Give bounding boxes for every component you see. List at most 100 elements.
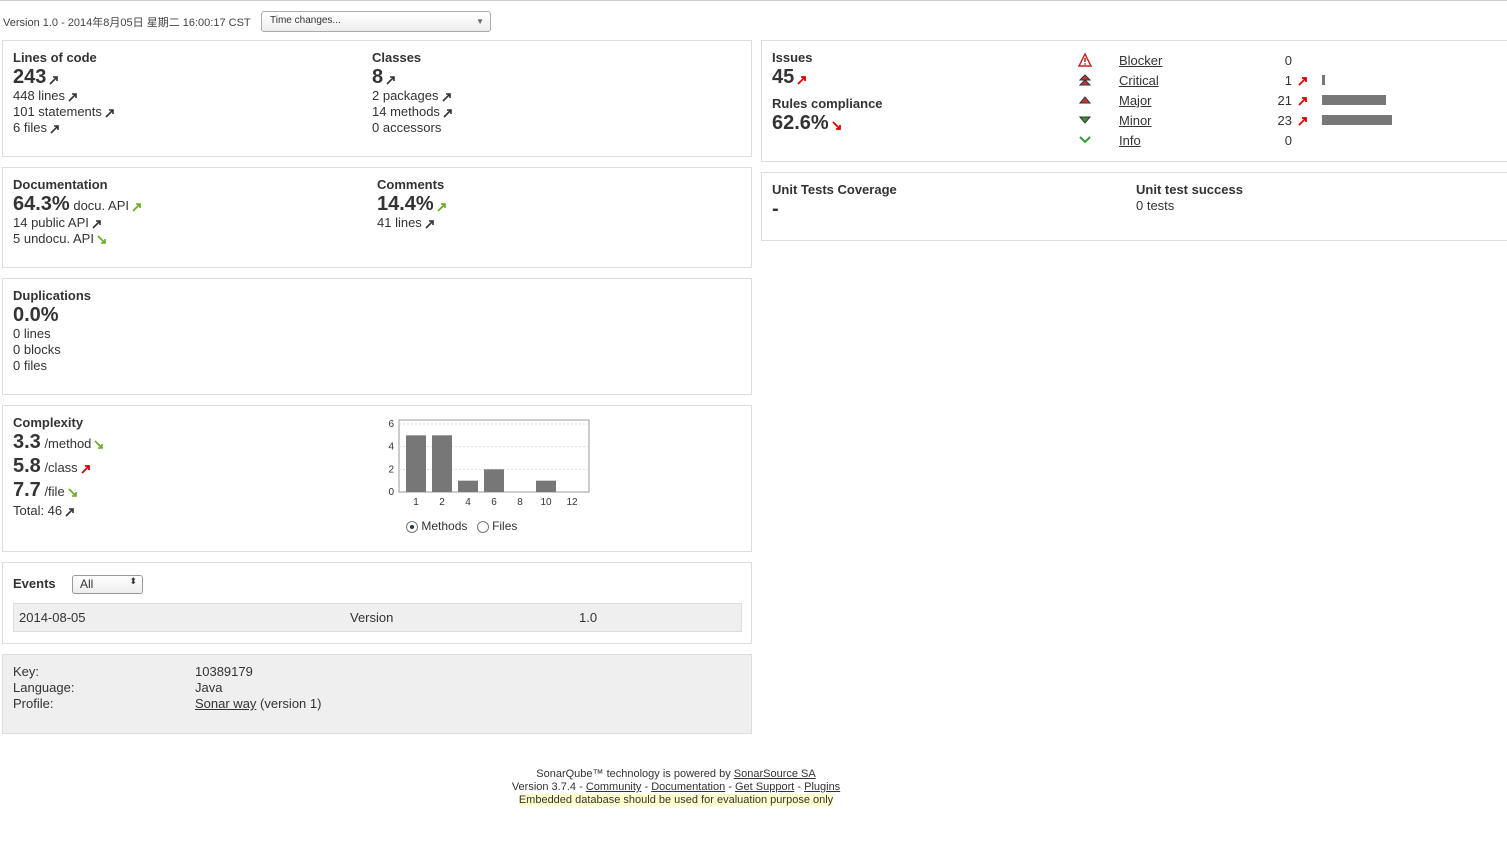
duplications-files[interactable]: 0 files bbox=[13, 358, 91, 374]
profile-version: (version 1) bbox=[260, 696, 322, 711]
time-changes-select[interactable]: Time changes... ▼ bbox=[261, 11, 491, 32]
trend-up-icon bbox=[92, 219, 102, 229]
chart-xtick-label: 2 bbox=[439, 497, 445, 508]
severity-minor-bar bbox=[1322, 115, 1392, 125]
duplications-blocks[interactable]: 0 blocks bbox=[13, 342, 91, 358]
get-support-link[interactable]: Get Support bbox=[735, 781, 794, 793]
trend-up-icon bbox=[50, 124, 60, 134]
profile-value: Sonar way (version 1) bbox=[195, 696, 321, 712]
severity-critical-link[interactable]: Critical bbox=[1119, 73, 1159, 88]
radio-files[interactable] bbox=[476, 520, 489, 533]
severity-major-link[interactable]: Major bbox=[1119, 93, 1152, 108]
time-changes-label: Time changes... bbox=[270, 15, 341, 26]
trend-up-icon bbox=[386, 75, 396, 85]
coverage-column: Unit Tests Coverage - bbox=[772, 182, 897, 220]
sonarsource-link[interactable]: SonarSource SA bbox=[734, 768, 816, 780]
loc-files[interactable]: 6 files bbox=[13, 120, 47, 135]
radio-methods-label[interactable]: Methods bbox=[421, 519, 467, 533]
chart-bar bbox=[536, 480, 556, 492]
loc-lines[interactable]: 448 lines bbox=[13, 88, 65, 103]
classes-column: Classes 8 2 packages 14 methods 0 access… bbox=[372, 50, 453, 136]
chart-bar bbox=[484, 469, 504, 492]
documentation-public-api[interactable]: 14 public API bbox=[13, 215, 89, 230]
classes-packages[interactable]: 2 packages bbox=[372, 88, 439, 103]
complexity-widget bbox=[2, 405, 752, 552]
chart-xtick-label: 10 bbox=[540, 497, 552, 508]
plugins-link[interactable]: Plugins bbox=[804, 781, 840, 793]
severity-blocker-count[interactable]: 0 bbox=[1262, 53, 1292, 68]
info-icon bbox=[1079, 136, 1091, 144]
chart-ytick-label: 4 bbox=[388, 442, 394, 453]
loc-statements[interactable]: 101 statements bbox=[13, 104, 102, 119]
footer-powered-text: SonarQube™ technology is powered by bbox=[536, 768, 731, 780]
severity-major-count[interactable]: 21 bbox=[1262, 93, 1292, 108]
profile-link[interactable]: Sonar way bbox=[195, 696, 256, 711]
severity-info-link[interactable]: Info bbox=[1119, 133, 1141, 148]
severity-critical-count[interactable]: 1 bbox=[1262, 73, 1292, 88]
version-info: Version 1.0 - 2014年8月05日 星期二 16:00:17 CS… bbox=[3, 11, 251, 33]
trend-down-green-icon bbox=[68, 487, 78, 498]
event-name: 1.0 bbox=[579, 610, 598, 625]
comments-lines[interactable]: 41 lines bbox=[377, 215, 422, 230]
radio-methods[interactable] bbox=[406, 520, 418, 533]
chart-bar bbox=[458, 480, 478, 492]
complexity-per-class[interactable]: 5.8 bbox=[13, 455, 41, 477]
events-table-row: 2014-08-05 Version 1.0 bbox=[13, 603, 742, 632]
documentation-suffix: docu. API bbox=[73, 198, 129, 213]
trend-down-green-icon bbox=[97, 234, 107, 245]
trend-up-icon bbox=[443, 108, 453, 118]
duplications-lines[interactable]: 0 lines bbox=[13, 326, 91, 342]
duplications-widget bbox=[2, 278, 752, 395]
duplications-value[interactable]: 0.0% bbox=[13, 304, 59, 326]
major-icon bbox=[1078, 96, 1092, 104]
radio-files-label[interactable]: Files bbox=[492, 519, 517, 533]
trend-up-icon bbox=[425, 219, 435, 229]
project-meta-widget bbox=[2, 654, 752, 734]
comments-column: Comments 14.4% 41 lines bbox=[377, 177, 447, 231]
chart-ytick-label: 0 bbox=[388, 487, 394, 498]
classes-methods[interactable]: 14 methods bbox=[372, 104, 440, 119]
rules-compliance-value[interactable]: 62.6% bbox=[772, 112, 829, 134]
footer-version-text: Version 3.7.4 - bbox=[511, 781, 583, 793]
loc-value[interactable]: 243 bbox=[13, 66, 46, 88]
profile-label: Profile: bbox=[13, 696, 54, 711]
complexity-total[interactable]: Total: 46 bbox=[13, 503, 62, 518]
severity-info-count[interactable]: 0 bbox=[1262, 133, 1292, 148]
loc-column: Lines of code 243 448 lines 101 statemen… bbox=[13, 50, 115, 136]
community-link[interactable]: Community bbox=[586, 781, 642, 793]
version-text: Version 1.0 - 2014年8月05日 星期二 16:00:17 CS… bbox=[3, 17, 251, 29]
trend-up-red-icon bbox=[797, 75, 807, 85]
severity-minor-link[interactable]: Minor bbox=[1119, 113, 1152, 128]
complexity-per-method[interactable]: 3.3 bbox=[13, 431, 41, 453]
events-filter-select[interactable]: All ⬍ bbox=[72, 575, 143, 594]
classes-value[interactable]: 8 bbox=[372, 66, 383, 88]
coverage-value: - bbox=[772, 198, 779, 220]
trend-up-red-icon bbox=[1298, 96, 1308, 106]
footer: SonarQube™ technology is powered by Sona… bbox=[0, 768, 1352, 807]
key-value: 10389179 bbox=[195, 664, 253, 679]
documentation-undocu-api[interactable]: 5 undocu. API bbox=[13, 231, 94, 246]
severity-major-bar bbox=[1322, 95, 1386, 105]
events-title: Events bbox=[13, 576, 56, 591]
trend-up-icon bbox=[68, 92, 78, 102]
issues-column: Issues 45 Rules compliance 62.6% bbox=[772, 50, 883, 134]
trend-down-green-icon bbox=[94, 439, 104, 450]
issues-value[interactable]: 45 bbox=[772, 66, 794, 88]
chart-ytick-label: 6 bbox=[388, 419, 394, 430]
trend-up-icon bbox=[441, 92, 452, 102]
trend-down-red-icon bbox=[832, 120, 842, 131]
complexity-title: Complexity bbox=[13, 415, 84, 430]
complexity-per-file[interactable]: 7.7 bbox=[13, 479, 41, 501]
documentation-title: Documentation bbox=[13, 177, 108, 192]
documentation-link[interactable]: Documentation bbox=[651, 781, 725, 793]
documentation-value[interactable]: 64.3% bbox=[13, 193, 70, 215]
footer-version: Version 3.7.4 - Community - Documentatio… bbox=[511, 781, 841, 793]
comments-value[interactable]: 14.4% bbox=[377, 193, 434, 215]
test-success-title: Unit test success bbox=[1136, 182, 1243, 197]
trend-up-red-icon bbox=[81, 464, 91, 474]
severity-minor-count[interactable]: 23 bbox=[1262, 113, 1292, 128]
comments-title: Comments bbox=[377, 177, 445, 192]
severity-blocker-link[interactable]: Blocker bbox=[1119, 53, 1162, 68]
classes-accessors[interactable]: 0 accessors bbox=[372, 120, 441, 135]
severity-critical-bar bbox=[1322, 75, 1325, 85]
